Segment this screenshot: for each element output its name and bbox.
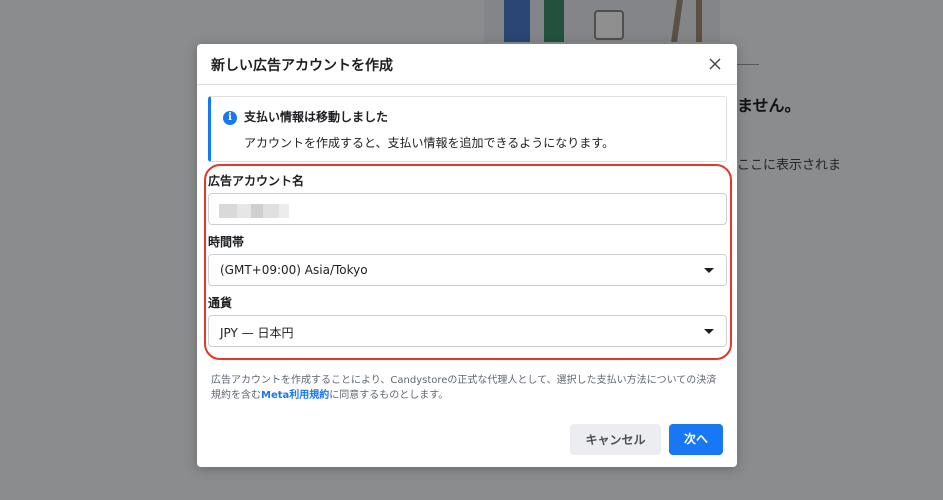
currency-label: 通貨 bbox=[208, 296, 233, 310]
terms-text-after: に同意するものとします。 bbox=[329, 390, 449, 401]
redacted-value bbox=[219, 203, 291, 218]
dialog-title: 新しい広告アカウントを作成 bbox=[211, 58, 393, 74]
meta-terms-link[interactable]: Meta利用規約 bbox=[261, 390, 329, 401]
currency-select[interactable]: JPY — 日本円 bbox=[208, 315, 727, 347]
info-title: 支払い情報は移動しました bbox=[244, 110, 389, 124]
account-name-label: 広告アカウント名 bbox=[208, 174, 305, 188]
next-button[interactable]: 次へ bbox=[669, 424, 723, 455]
info-notice: i 支払い情報は移動しました アカウントを作成すると、支払い情報を追加できるよう… bbox=[208, 96, 727, 162]
info-icon: i bbox=[223, 111, 237, 125]
timezone-label: 時間帯 bbox=[208, 235, 245, 249]
info-body: アカウントを作成すると、支払い情報を追加できるようになります。 bbox=[244, 136, 615, 150]
create-ad-account-dialog: 新しい広告アカウントを作成 i 支払い情報は移動しました アカウントを作成すると… bbox=[197, 44, 737, 467]
caret-down-icon bbox=[704, 268, 714, 273]
timezone-value: (GMT+09:00) Asia/Tokyo bbox=[220, 263, 368, 277]
cancel-button[interactable]: キャンセル bbox=[570, 424, 661, 455]
close-icon[interactable] bbox=[705, 54, 725, 74]
caret-down-icon bbox=[704, 329, 714, 334]
terms-text: 広告アカウントを作成することにより、Candystoreの正式な代理人として、選… bbox=[211, 373, 726, 403]
account-name-input[interactable] bbox=[208, 193, 727, 225]
dialog-header: 新しい広告アカウントを作成 bbox=[197, 44, 737, 85]
currency-value: JPY — 日本円 bbox=[220, 326, 294, 340]
timezone-select[interactable]: (GMT+09:00) Asia/Tokyo bbox=[208, 254, 727, 286]
